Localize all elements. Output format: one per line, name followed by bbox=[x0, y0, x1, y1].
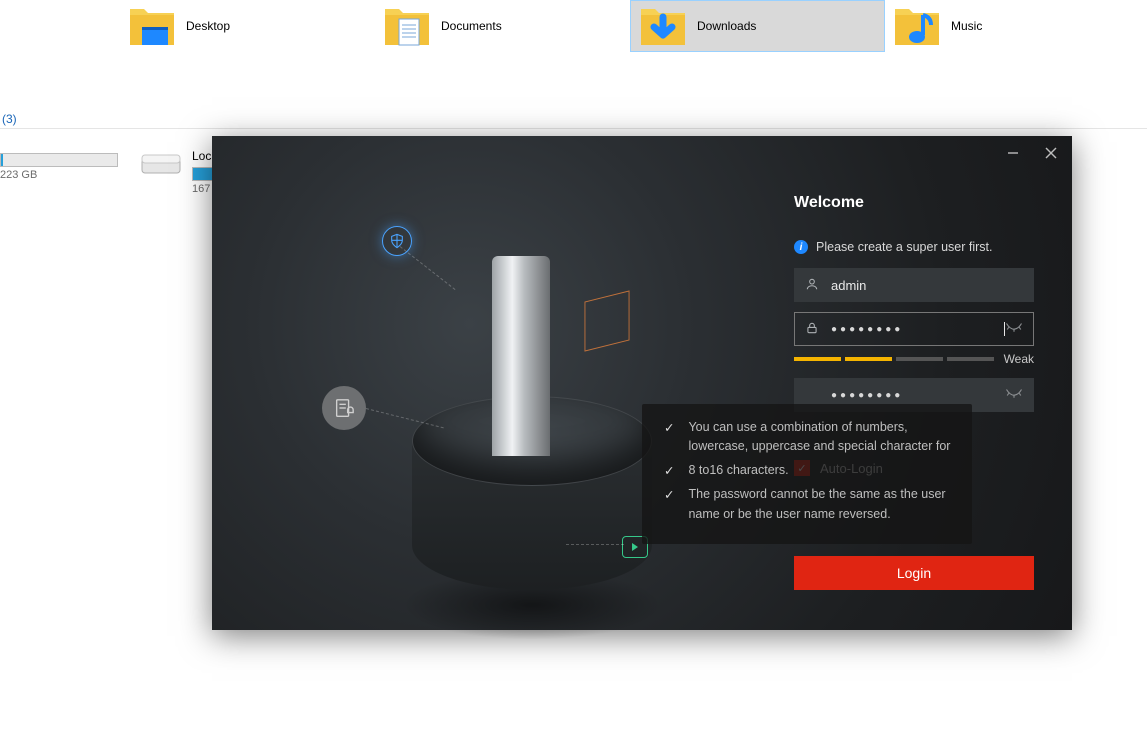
info-icon: i bbox=[794, 240, 808, 254]
password-rules-tooltip: ✓ You can use a combination of numbers, l… bbox=[642, 404, 972, 544]
check-icon: ✓ bbox=[664, 462, 674, 481]
user-icon bbox=[805, 277, 821, 294]
hdd-icon bbox=[140, 149, 182, 179]
strength-label: Weak bbox=[1004, 352, 1034, 366]
quick-access-row: Desktop Documents bbox=[0, 0, 1147, 52]
eye-closed-icon[interactable] bbox=[1005, 387, 1023, 404]
rule-text: 8 to16 characters. bbox=[688, 461, 788, 481]
password-masked: ●●●●●●●● bbox=[831, 324, 1005, 335]
eye-closed-icon[interactable] bbox=[1005, 321, 1023, 338]
username-input[interactable] bbox=[831, 278, 1023, 293]
lock-icon bbox=[805, 321, 821, 338]
password-field[interactable]: ●●●●●●●● bbox=[794, 312, 1034, 346]
drive-item-0[interactable]: 223 GB bbox=[0, 149, 118, 181]
folder-item-desktop[interactable]: Desktop bbox=[120, 0, 375, 52]
folder-item-downloads[interactable]: Downloads bbox=[630, 0, 885, 52]
folder-label: Desktop bbox=[186, 19, 230, 33]
folder-label: Music bbox=[951, 19, 982, 33]
check-icon: ✓ bbox=[664, 486, 674, 524]
desktop-folder-icon bbox=[128, 5, 176, 47]
check-icon: ✓ bbox=[664, 419, 674, 457]
form-title: Welcome bbox=[794, 194, 1034, 212]
shield-icon bbox=[382, 226, 412, 256]
rule-text: The password cannot be the same as the u… bbox=[688, 485, 954, 524]
password-strength-meter: Weak bbox=[794, 352, 1034, 366]
folder-item-music[interactable]: Music bbox=[885, 0, 1140, 52]
minimize-button[interactable] bbox=[1002, 142, 1024, 164]
section-count: (3) bbox=[2, 112, 17, 126]
hint-text: Please create a super user first. bbox=[816, 240, 992, 254]
downloads-folder-icon bbox=[639, 5, 687, 47]
drive-usage-bar bbox=[0, 153, 118, 167]
titlebar bbox=[1002, 142, 1062, 164]
login-dialog: ✓ You can use a combination of numbers, l… bbox=[212, 136, 1072, 630]
login-button[interactable]: Login bbox=[794, 556, 1034, 590]
drives-section-header[interactable]: (3) bbox=[0, 110, 1147, 129]
document-bell-icon bbox=[322, 386, 366, 430]
confirm-password-masked: ●●●●●●●● bbox=[831, 390, 1005, 401]
close-button[interactable] bbox=[1040, 142, 1062, 164]
documents-folder-icon bbox=[383, 5, 431, 47]
form-hint: i Please create a super user first. bbox=[794, 240, 1034, 254]
cube-icon bbox=[585, 290, 630, 351]
rule-text: You can use a combination of numbers, lo… bbox=[688, 418, 954, 457]
folder-label: Downloads bbox=[697, 19, 756, 33]
folder-label: Documents bbox=[441, 19, 502, 33]
username-field[interactable] bbox=[794, 268, 1034, 302]
music-folder-icon bbox=[893, 5, 941, 47]
folder-item-documents[interactable]: Documents bbox=[375, 0, 630, 52]
drive-free-text: 223 GB bbox=[0, 169, 118, 181]
